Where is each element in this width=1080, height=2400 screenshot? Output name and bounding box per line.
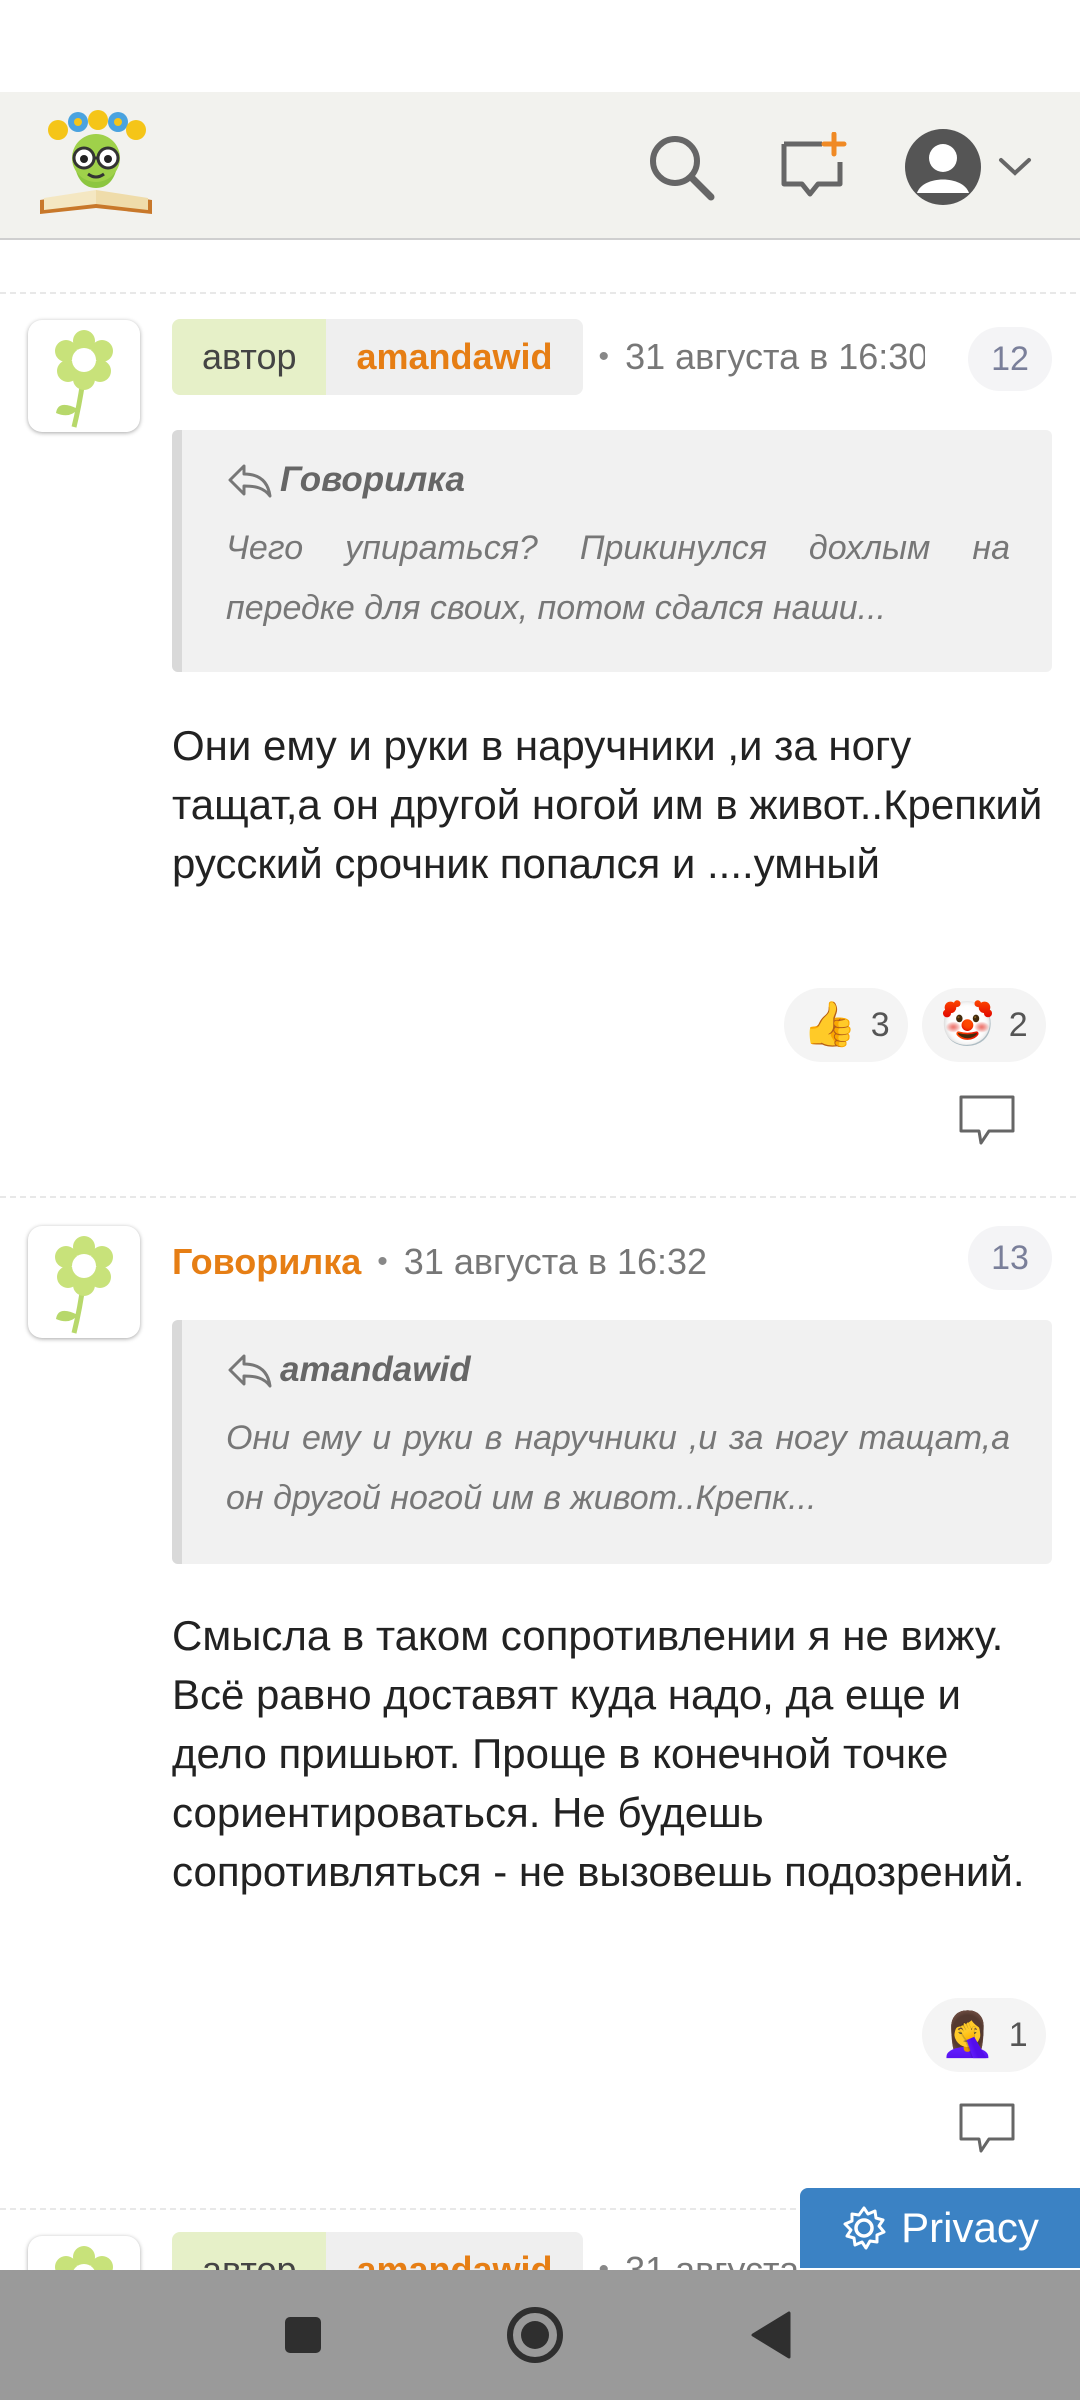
gear-icon [843, 2206, 886, 2250]
back-button[interactable] [736, 2300, 806, 2370]
separator-dot: • [598, 2253, 610, 2270]
comment-item: автор amandawid • 31 августа [0, 0, 1080, 2270]
privacy-button[interactable]: Privacy [800, 2188, 1080, 2268]
comment-meta: автор amandawid • 31 августа [172, 2232, 799, 2270]
author-name[interactable]: amandawid [326, 2232, 583, 2270]
privacy-label: Privacy [901, 2204, 1039, 2251]
author-chip[interactable]: автор amandawid [172, 2232, 583, 2270]
author-chip-label: автор [172, 2232, 327, 2270]
home-button[interactable] [500, 2300, 570, 2370]
avatar[interactable] [28, 2236, 140, 2270]
back-triangle-icon [751, 2311, 791, 2359]
recents-button[interactable] [268, 2300, 338, 2370]
flower-avatar-icon [55, 2246, 113, 2270]
system-navigation-bar [0, 2270, 1080, 2400]
square-icon [285, 2317, 321, 2353]
home-circle-icon [507, 2307, 563, 2363]
comment-date[interactable]: 31 августа [625, 2249, 799, 2270]
